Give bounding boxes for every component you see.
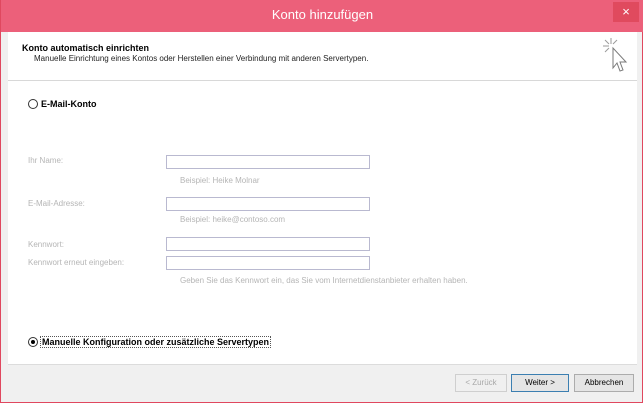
name-hint: Beispiel: Heike Molnar xyxy=(180,176,260,185)
email-hint: Beispiel: heike@contoso.com xyxy=(180,215,286,224)
name-input[interactable] xyxy=(166,155,370,169)
email-account-label[interactable]: E-Mail-Konto xyxy=(41,99,97,109)
close-button[interactable]: × xyxy=(613,2,639,22)
cancel-button[interactable]: Abbrechen xyxy=(574,374,634,392)
email-input[interactable] xyxy=(166,197,370,211)
window-title: Konto hinzufügen xyxy=(271,7,374,22)
password-hint: Geben Sie das Kennwort ein, das Sie vom … xyxy=(180,276,468,285)
manual-config-option[interactable]: Manuelle Konfiguration oder zusätzliche … xyxy=(28,336,272,348)
password-label: Kennwort: xyxy=(28,240,65,249)
back-button[interactable]: < Zurück xyxy=(455,374,507,392)
header-subtitle: Manuelle Einrichtung eines Kontos oder H… xyxy=(34,54,369,63)
password-input[interactable] xyxy=(166,237,370,251)
header-title: Konto automatisch einrichten xyxy=(22,43,150,53)
add-account-dialog: Konto hinzufügen × Konto automatisch ein… xyxy=(0,0,643,403)
title-bar[interactable]: Konto hinzufügen × xyxy=(1,0,643,32)
wizard-cursor-icon xyxy=(603,38,628,72)
manual-config-label[interactable]: Manuelle Konfiguration oder zusätzliche … xyxy=(39,336,272,348)
wizard-footer: < Zurück Weiter > Abbrechen xyxy=(8,364,637,398)
email-label: E-Mail-Adresse: xyxy=(28,199,85,208)
email-account-radio[interactable] xyxy=(28,99,38,109)
manual-config-radio[interactable] xyxy=(28,337,38,347)
next-button[interactable]: Weiter > xyxy=(511,374,569,392)
name-label: Ihr Name: xyxy=(28,156,64,165)
password-repeat-label: Kennwort erneut eingeben: xyxy=(28,258,125,267)
email-account-option[interactable]: E-Mail-Konto xyxy=(28,99,97,109)
password-repeat-input[interactable] xyxy=(166,256,370,270)
wizard-header: Konto automatisch einrichten Manuelle Ei… xyxy=(8,32,637,81)
wizard-body: E-Mail-Konto Ihr Name: Beispiel: Heike M… xyxy=(8,81,637,364)
